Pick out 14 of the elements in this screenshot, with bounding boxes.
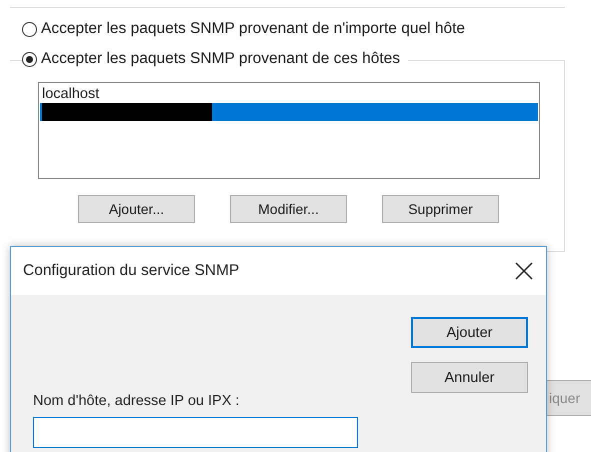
host-input-field[interactable] <box>33 417 358 448</box>
host-item[interactable]: localhost <box>40 85 538 103</box>
close-icon[interactable] <box>514 261 534 281</box>
host-button[interactable]: Ajouter... <box>78 195 195 223</box>
radio-button[interactable] <box>22 22 37 36</box>
dialog-button[interactable]: Annuler <box>411 362 528 393</box>
radio-button[interactable] <box>22 52 37 66</box>
field-label: Nom d'hôte, adresse IP ou IPX : <box>33 393 240 409</box>
host-item[interactable] <box>40 103 538 121</box>
dialog-button[interactable]: Ajouter <box>411 317 528 348</box>
dialog-title: Configuration du service SNMP <box>23 262 240 280</box>
host-list[interactable]: localhost <box>38 82 540 179</box>
host-button[interactable]: Supprimer <box>382 195 499 223</box>
host-button[interactable]: Modifier... <box>230 195 347 223</box>
